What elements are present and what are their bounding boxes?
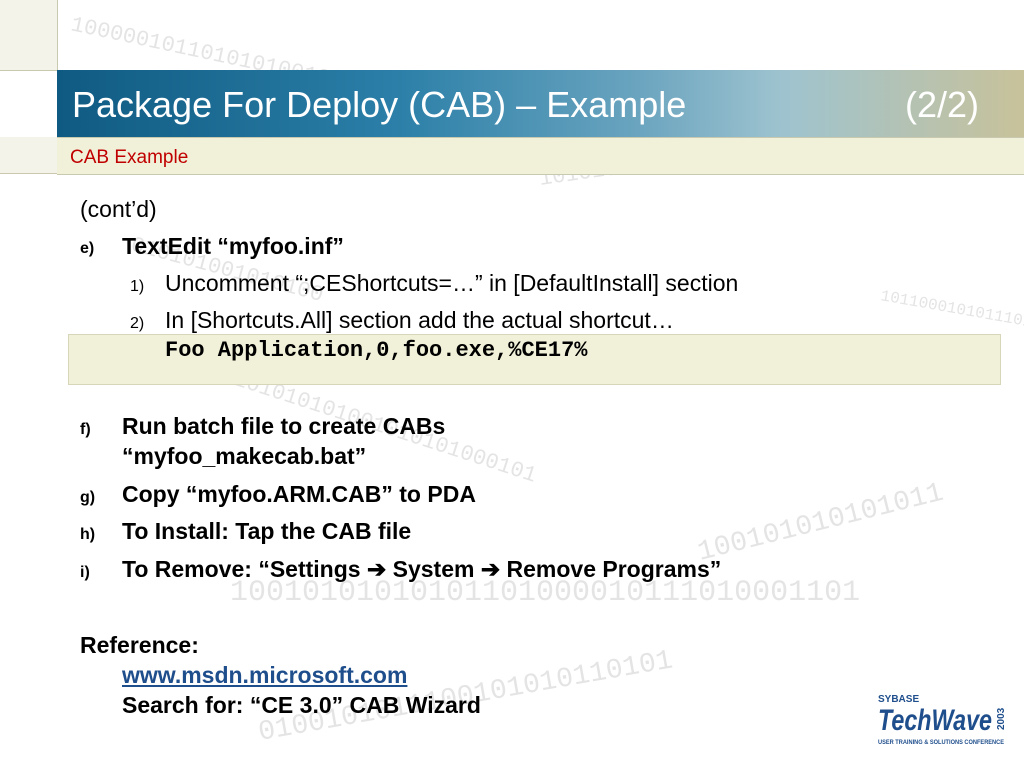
item-i-part-remove: Remove Programs” [500, 556, 722, 582]
item-e-label: e) [80, 240, 95, 257]
item-i-part-settings: To Remove: “Settings [122, 556, 367, 582]
subitem-1-text: Uncomment “;CEShortcuts=…” in [DefaultIn… [165, 270, 739, 296]
logo-year: 2003 [996, 707, 1007, 730]
subtitle-bar [57, 137, 1024, 175]
arrow-right-icon: ➔ [366, 556, 387, 582]
slide-page-number: (2/2) [905, 84, 980, 125]
item-i-text: To Remove: “Settings ➔ System ➔ Remove P… [122, 556, 721, 583]
item-f-label: f) [80, 421, 91, 438]
item-f-text: Run batch file to create CABs [122, 413, 446, 439]
item-i-label: i) [80, 564, 90, 581]
subitem-1-label: 1) [130, 278, 145, 295]
item-h-text: To Install: Tap the CAB file [122, 518, 412, 544]
svg-text:101100010101110101: 101100010101110101 [879, 287, 1024, 335]
item-g-text: Copy “myfoo.ARM.CAB” to PDA [122, 481, 476, 507]
techwave-logo: SYBASE TechWave 2003 USER TRAINING & SOL… [878, 694, 1007, 746]
reference-heading: Reference: [80, 632, 199, 658]
left-decorative-strip [0, 0, 58, 768]
item-f-text-line2: “myfoo_makecab.bat” [122, 443, 367, 469]
subitem-2-text: In [Shortcuts.All] section add the actua… [165, 307, 674, 333]
logo-name: TechWave [878, 704, 992, 737]
svg-text:100101010101011: 100101010101011 [695, 478, 947, 569]
shortcut-code: Foo Application,0,foo.exe,%CE17% [165, 338, 588, 363]
continued-label: (cont’d) [80, 196, 157, 222]
arrow-right-icon: ➔ [480, 556, 501, 582]
item-h-label: h) [80, 526, 96, 543]
logo-tagline: USER TRAINING & SOLUTIONS CONFERENCE [878, 739, 1005, 746]
slide-subtitle: CAB Example [70, 147, 189, 168]
item-g-label: g) [80, 489, 96, 506]
slide-title: Package For Deploy (CAB) – Example [72, 84, 687, 125]
reference-search: Search for: “CE 3.0” CAB Wizard [122, 692, 481, 718]
item-e-text: TextEdit “myfoo.inf” [122, 233, 344, 259]
subitem-2-label: 2) [130, 315, 145, 332]
item-i-part-system: System [386, 556, 481, 582]
reference-link[interactable]: www.msdn.microsoft.com [122, 662, 407, 689]
